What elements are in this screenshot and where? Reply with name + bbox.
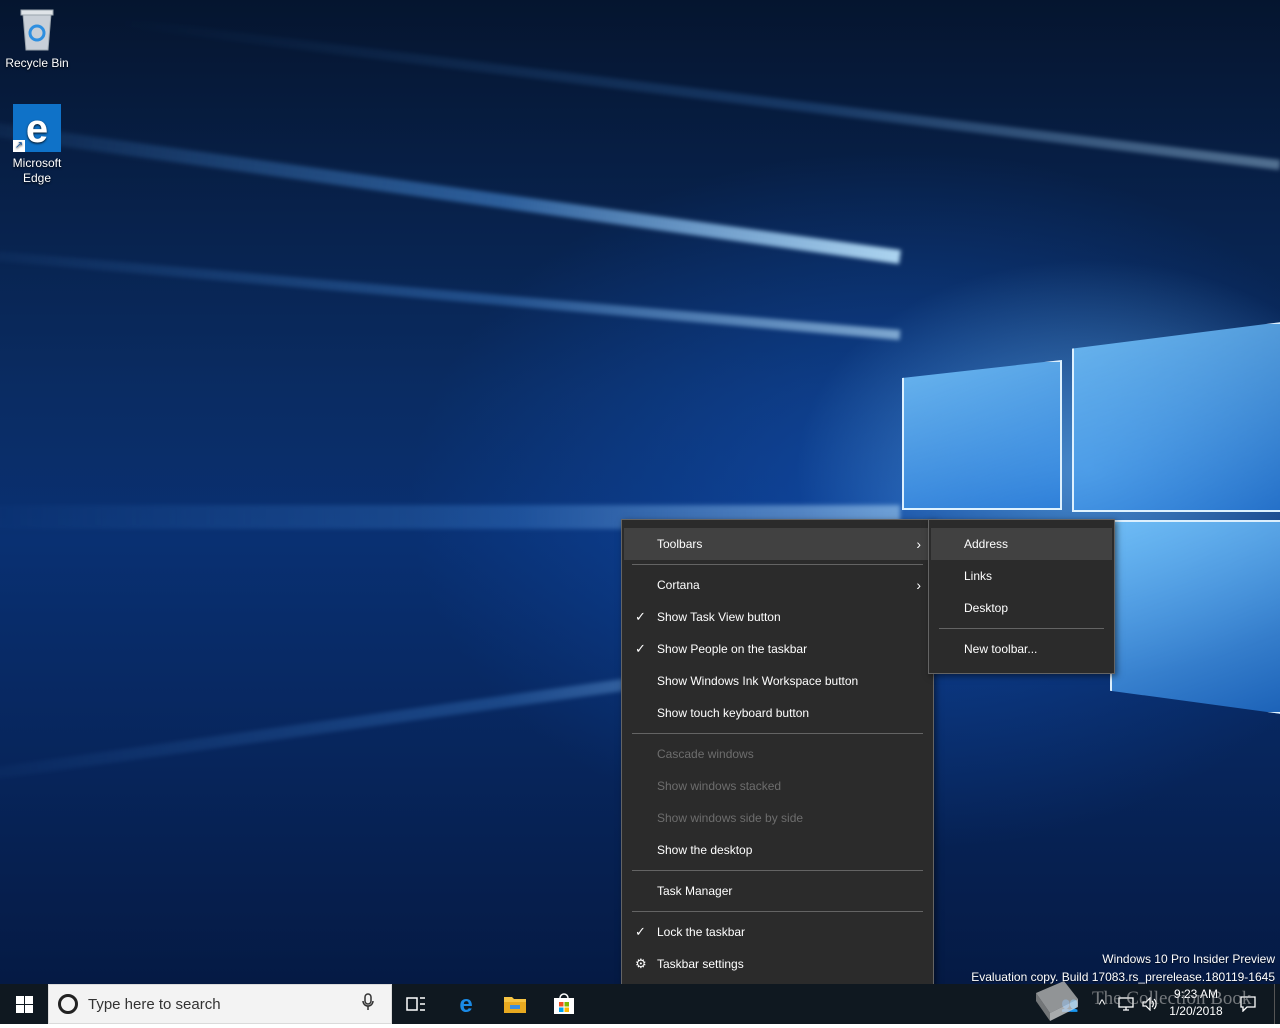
taskbar-search-box[interactable]: [48, 984, 392, 1024]
taskbar-context-menu: Toolbars › Cortana › ✓ Show Task View bu…: [621, 519, 934, 988]
recycle-bin-label: Recycle Bin: [5, 56, 69, 70]
edge-icon[interactable]: e: [442, 984, 490, 1024]
svg-text:e: e: [26, 107, 48, 151]
menu-separator: [939, 628, 1104, 629]
menu-item-label: Toolbars: [657, 537, 703, 551]
menu-item-show-ink-workspace[interactable]: Show Windows Ink Workspace button: [624, 665, 931, 697]
gear-icon: ⚙: [635, 956, 647, 971]
toolbars-submenu: Address Links Desktop New toolbar...: [928, 519, 1115, 674]
menu-item-label: Task Manager: [657, 884, 733, 898]
menu-item-label: Address: [964, 537, 1009, 551]
menu-item-show-touch-keyboard[interactable]: Show touch keyboard button: [624, 697, 931, 729]
checkmark-icon: ✓: [635, 641, 646, 656]
logo-pane: [1110, 520, 1280, 714]
menu-item-cortana[interactable]: Cortana ›: [624, 569, 931, 601]
menu-item-cascade-windows: Cascade windows: [624, 738, 931, 770]
submenu-item-address[interactable]: Address: [931, 528, 1112, 560]
menu-item-label: Cortana: [657, 578, 700, 592]
menu-item-label: Show windows stacked: [657, 779, 782, 793]
menu-item-windows-stacked: Show windows stacked: [624, 770, 931, 802]
menu-item-label: Show windows side by side: [657, 811, 804, 825]
menu-separator: [632, 911, 923, 912]
file-explorer-icon[interactable]: [491, 984, 539, 1024]
menu-item-label: Links: [964, 569, 993, 583]
microsoft-edge-shortcut[interactable]: e ↗ Microsoft Edge: [1, 104, 73, 186]
menu-item-label: Cascade windows: [657, 747, 754, 761]
menu-separator: [632, 564, 923, 565]
menu-item-show-people[interactable]: ✓ Show People on the taskbar: [624, 633, 931, 665]
taskbar[interactable]: e 👥 ^ 9:23 AM 1/20/2018: [0, 984, 1280, 1024]
show-desktop-button[interactable]: [1274, 984, 1280, 1024]
chevron-right-icon: ›: [916, 577, 921, 593]
menu-separator: [632, 733, 923, 734]
logo-pane: [1072, 322, 1280, 512]
menu-item-taskbar-settings[interactable]: ⚙ Taskbar settings: [624, 948, 931, 980]
microsoft-edge-label: Microsoft Edge: [12, 156, 62, 185]
submenu-item-new-toolbar[interactable]: New toolbar...: [931, 633, 1112, 665]
checkmark-icon: ✓: [635, 609, 646, 624]
shortcut-arrow-icon: ↗: [13, 140, 25, 152]
menu-item-label: Lock the taskbar: [657, 925, 746, 939]
watermark-edition: Windows 10 Pro Insider Preview: [1102, 952, 1275, 966]
menu-item-label: Show Windows Ink Workspace button: [657, 674, 859, 688]
recycle-bin-icon: [17, 6, 57, 52]
menu-item-label: Show touch keyboard button: [657, 706, 810, 720]
watermark-build: Evaluation copy. Build 17083.rs_prerelea…: [971, 970, 1275, 984]
edge-icon: e ↗: [13, 104, 61, 152]
menu-item-windows-side-by-side: Show windows side by side: [624, 802, 931, 834]
menu-item-label: Show People on the taskbar: [657, 642, 808, 656]
task-view-icon[interactable]: [392, 984, 440, 1024]
logo-pane: [902, 360, 1062, 510]
cortana-icon: [58, 994, 78, 1014]
menu-item-label: Show the desktop: [657, 843, 753, 857]
menu-item-label: Show Task View button: [657, 610, 781, 624]
build-watermark: Windows 10 Pro Insider Preview Evaluatio…: [971, 950, 1275, 984]
menu-item-toolbars[interactable]: Toolbars ›: [624, 528, 931, 560]
menu-item-show-desktop[interactable]: Show the desktop: [624, 834, 931, 866]
menu-item-label: New toolbar...: [964, 642, 1038, 656]
start-button[interactable]: [0, 984, 48, 1024]
submenu-item-links[interactable]: Links: [931, 560, 1112, 592]
chevron-right-icon: ›: [916, 536, 921, 552]
menu-item-lock-taskbar[interactable]: ✓ Lock the taskbar: [624, 916, 931, 948]
checkmark-icon: ✓: [635, 924, 646, 939]
menu-item-label: Taskbar settings: [657, 957, 744, 971]
store-icon[interactable]: [540, 984, 588, 1024]
svg-text:e: e: [459, 992, 472, 1016]
submenu-item-desktop[interactable]: Desktop: [931, 592, 1112, 624]
brand-watermark-text: The Collection Book: [1092, 988, 1252, 1009]
search-input[interactable]: [86, 994, 360, 1014]
menu-item-show-task-view[interactable]: ✓ Show Task View button: [624, 601, 931, 633]
menu-separator: [632, 870, 923, 871]
people-icon[interactable]: 👥: [1058, 984, 1082, 1024]
menu-item-task-manager[interactable]: Task Manager: [624, 875, 931, 907]
menu-item-label: Desktop: [964, 601, 1009, 615]
recycle-bin-shortcut[interactable]: Recycle Bin: [1, 6, 73, 71]
windows-logo-icon: [15, 995, 33, 1013]
microphone-icon[interactable]: [362, 992, 374, 1016]
